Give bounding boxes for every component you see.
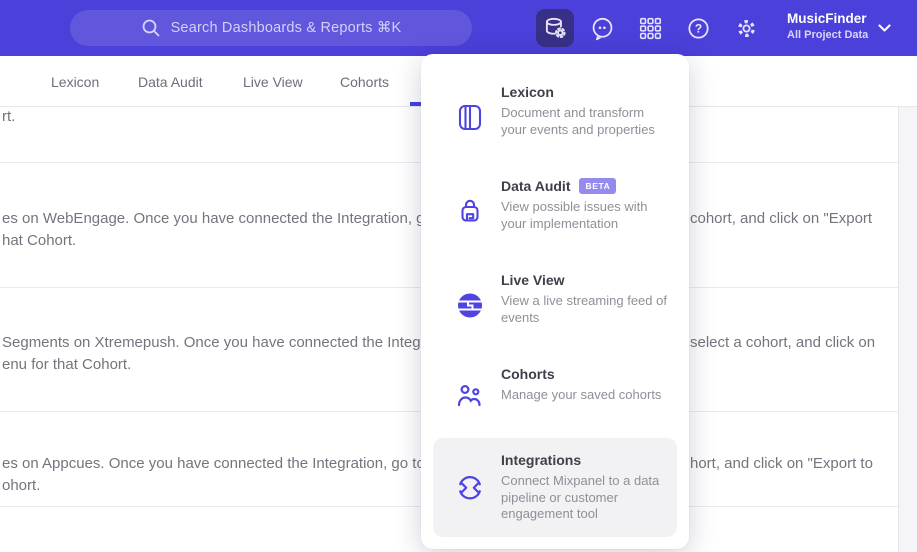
menu-item-title: Live View <box>501 272 565 288</box>
row-text: es on Appcues. Once you have connected t… <box>2 455 467 472</box>
svg-text:?: ? <box>694 21 701 35</box>
database-gear-icon <box>545 17 566 39</box>
data-management-button[interactable] <box>536 9 574 47</box>
clipped-text: rt. <box>2 108 16 125</box>
row-text: select a cohort, and click on <box>690 334 876 351</box>
row-text: ohort. <box>2 477 41 494</box>
help-icon: ? <box>687 17 709 39</box>
row-text: Segments on Xtremepush. Once you have co… <box>2 334 463 351</box>
search-icon <box>142 19 159 37</box>
menu-item-description: View possible issues with your implement… <box>501 199 648 231</box>
menu-item-title: Lexicon <box>501 84 554 100</box>
globe-icon <box>458 293 482 318</box>
beta-badge: BETA <box>579 178 617 194</box>
menu-item-data-audit[interactable]: Data Audit BETA View possible issues wit… <box>433 164 677 258</box>
apps-grid-icon <box>639 17 661 39</box>
menu-item-live-view[interactable]: Live View View a live streaming feed of … <box>433 258 677 352</box>
tab-live-view[interactable]: Live View <box>243 56 303 107</box>
data-management-dropdown: Lexicon Document and transform your even… <box>421 54 689 549</box>
menu-item-lexicon[interactable]: Lexicon Document and transform your even… <box>433 70 677 164</box>
row-text: enu for that Cohort. <box>2 356 132 373</box>
row-text: hat Cohort. <box>2 232 77 249</box>
integrations-sync-icon <box>459 476 481 500</box>
chevron-down-icon[interactable] <box>878 24 891 33</box>
settings-gear-icon <box>737 19 755 37</box>
feedback-button[interactable] <box>583 9 621 47</box>
tab-cohorts[interactable]: Cohorts <box>340 56 389 107</box>
row-text: es on WebEngage. Once you have connected… <box>2 210 475 227</box>
cohorts-people-icon <box>457 384 481 407</box>
row-text: hort, and click on "Export to <box>690 455 873 472</box>
chat-bubble-icon <box>592 17 612 40</box>
menu-item-description: Document and transform your events and p… <box>501 105 655 137</box>
menu-item-description: Connect Mixpanel to a data pipeline or c… <box>501 473 660 521</box>
apps-grid-button[interactable] <box>631 9 669 47</box>
audit-lock-icon <box>461 199 479 222</box>
row-text: cohort, and click on "Export <box>690 210 873 227</box>
menu-item-integrations[interactable]: Integrations Connect Mixpanel to a data … <box>433 438 677 537</box>
project-name: MusicFinder <box>787 11 867 26</box>
help-button[interactable]: ? <box>679 9 717 47</box>
top-nav-bar: Search Dashboards & Reports ⌘K ? MusicFi… <box>0 0 917 56</box>
tab-lexicon[interactable]: Lexicon <box>51 56 99 107</box>
search-input[interactable]: Search Dashboards & Reports ⌘K <box>70 10 472 46</box>
page-gutter <box>898 107 917 552</box>
project-selector[interactable]: MusicFinder All Project Data <box>787 11 868 41</box>
search-placeholder: Search Dashboards & Reports ⌘K <box>170 20 402 36</box>
settings-button[interactable] <box>727 9 765 47</box>
book-icon <box>458 104 482 131</box>
menu-item-title: Cohorts <box>501 366 555 382</box>
menu-item-description: View a live streaming feed of events <box>501 293 667 325</box>
menu-item-cohorts[interactable]: Cohorts Manage your saved cohorts <box>433 352 677 438</box>
project-scope: All Project Data <box>787 29 869 41</box>
menu-item-title: Integrations <box>501 452 582 468</box>
tab-data-audit[interactable]: Data Audit <box>138 56 203 107</box>
menu-item-description: Manage your saved cohorts <box>501 387 662 402</box>
menu-item-title: Data Audit <box>501 178 571 194</box>
